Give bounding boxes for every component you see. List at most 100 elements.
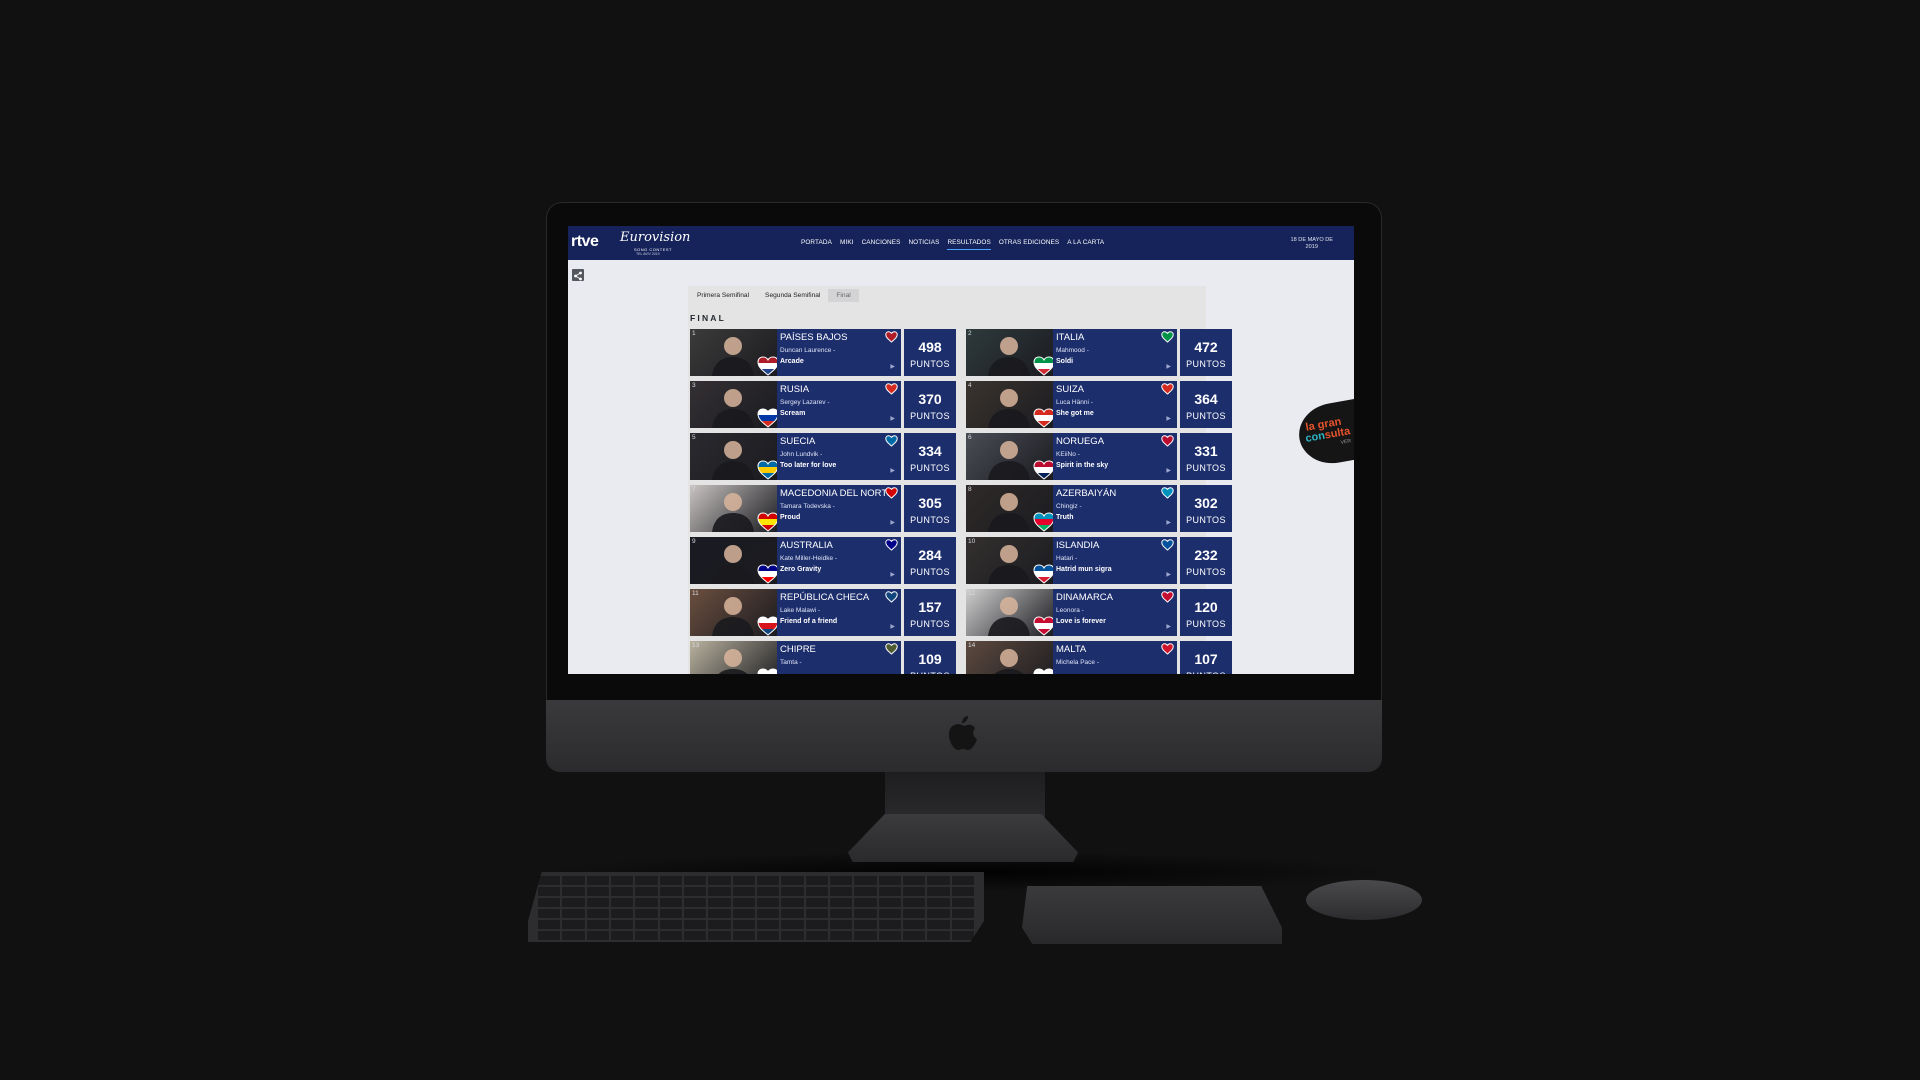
artist-name: Luca Hänni - — [1056, 399, 1093, 406]
nav-item-noticias[interactable]: NOTICIAS — [908, 239, 939, 250]
tab-primera-semifinal[interactable]: Primera Semifinal — [689, 289, 757, 302]
keyboard-key — [830, 898, 853, 907]
country-name: SUECIA — [780, 436, 816, 447]
result-info: MALTA Michela Pace - ▶ — [1053, 641, 1177, 674]
favorite-heart-icon[interactable] — [1161, 435, 1174, 447]
result-card[interactable]: 4 SUIZA Luca Hänni - She got me ▶ 364 PU… — [966, 381, 1232, 428]
artist-name: John Lundvik - — [780, 451, 823, 458]
favorite-heart-icon[interactable] — [1161, 383, 1174, 395]
eurovision-logo[interactable]: Eurovision SONG CONTEST TEL AVIV 2019 — [620, 230, 692, 256]
result-rank: 11 — [692, 590, 699, 597]
favorite-heart-icon[interactable] — [1161, 643, 1174, 655]
result-card[interactable]: 13 CHIPRE Tamta - ▶ — [690, 641, 956, 674]
points-label: PUNTOS — [1180, 671, 1232, 674]
song-title: Too later for love — [780, 462, 837, 469]
play-icon[interactable]: ▶ — [1166, 571, 1171, 578]
nav-item-resultados[interactable]: RESULTADOS — [947, 239, 991, 250]
result-rank: 7 — [692, 486, 696, 493]
nav-item-miki[interactable]: MIKI — [840, 239, 854, 250]
keyboard-key — [927, 898, 950, 907]
result-card[interactable]: 1 PAÍSES BAJOS Duncan Laurence - Arcade — [690, 329, 956, 376]
keyboard-key — [781, 931, 804, 940]
la-gran-consulta-badge[interactable]: la gran consulta VER — [1294, 397, 1354, 469]
artist-photo: 2 — [966, 329, 1053, 376]
favorite-heart-icon[interactable] — [1161, 487, 1174, 499]
result-card[interactable]: 11 REPÚBLICA CHECA Lake Malawi - Friend … — [690, 589, 956, 636]
header-date-line2: 2019 — [1305, 244, 1318, 250]
keyboard-key — [659, 931, 682, 940]
favorite-heart-icon[interactable] — [885, 331, 898, 343]
result-card[interactable]: 3 RUSIA Sergey Lazarev - Scream ▶ 370 PU… — [690, 381, 956, 428]
play-icon[interactable]: ▶ — [1166, 415, 1171, 422]
keyboard-key — [562, 909, 585, 918]
country-name: CHIPRE — [780, 644, 816, 655]
result-rank: 3 — [692, 382, 696, 389]
favorite-heart-icon[interactable] — [885, 383, 898, 395]
keyboard-key — [538, 887, 561, 896]
result-score: 109 PUNTOS — [904, 641, 956, 674]
keyboard-key — [684, 931, 707, 940]
result-card[interactable]: 10 ISLANDIA Hatari - Hatrid mun sigra ▶ … — [966, 537, 1232, 584]
result-rank: 12 — [968, 590, 976, 597]
points-label: PUNTOS — [1186, 515, 1226, 525]
tab-final[interactable]: Final — [828, 289, 859, 302]
keyboard-key — [878, 898, 901, 907]
favorite-heart-icon[interactable] — [1161, 331, 1174, 343]
result-info: AZERBAIYÁN Chingiz - Truth ▶ — [1053, 485, 1177, 532]
play-icon[interactable]: ▶ — [1166, 363, 1171, 370]
apple-logo-icon — [948, 716, 977, 750]
play-icon[interactable]: ▶ — [1166, 623, 1171, 630]
result-card[interactable]: 2 ITALIA Mahmood - Soldi ▶ 472 PUNTOS — [966, 329, 1232, 376]
points-label: PUNTOS — [910, 619, 950, 629]
nav-item-a-la-carta[interactable]: A LA CARTA — [1067, 239, 1104, 250]
tab-segunda-semifinal[interactable]: Segunda Semifinal — [757, 289, 828, 302]
favorite-heart-icon[interactable] — [885, 487, 898, 499]
favorite-heart-icon[interactable] — [1161, 591, 1174, 603]
header-date-line1: 18 DE MAYO DE — [1290, 237, 1333, 243]
play-icon[interactable]: ▶ — [890, 363, 895, 370]
play-icon[interactable]: ▶ — [890, 623, 895, 630]
artist-name: Chingiz - — [1056, 503, 1082, 510]
points-label: PUNTOS — [910, 567, 950, 577]
result-card[interactable]: 12 DINAMARCA Leonora - Love is forever ▶… — [966, 589, 1232, 636]
result-score: 107 PUNTOS — [1180, 641, 1232, 674]
result-card[interactable]: 9 AUSTRALIA Kate Miller-Heidke - Zero Gr… — [690, 537, 956, 584]
keyboard-key — [951, 898, 974, 907]
result-card[interactable]: 7 MACEDONIA DEL NORTE Tamara Todevska - … — [690, 485, 956, 532]
result-card[interactable]: 14 MALTA Michela Pace - 107 — [966, 641, 1232, 674]
keyboard-key — [708, 887, 731, 896]
result-info: PAÍSES BAJOS Duncan Laurence - Arcade ▶ — [777, 329, 901, 376]
favorite-heart-icon[interactable] — [885, 435, 898, 447]
favorite-heart-icon[interactable] — [1161, 539, 1174, 551]
rtve-logo[interactable]: rtve — [571, 233, 599, 251]
keyboard-key — [708, 909, 731, 918]
play-icon[interactable]: ▶ — [1166, 519, 1171, 526]
keyboard-key — [708, 898, 731, 907]
share-button[interactable] — [572, 269, 584, 281]
keyboard-key — [732, 909, 755, 918]
result-info: NORUEGA KEiiNo - Spirit in the sky ▶ — [1053, 433, 1177, 480]
keyboard-key — [732, 876, 755, 885]
sweden-flag-heart-icon — [757, 460, 777, 480]
play-icon[interactable]: ▶ — [1166, 467, 1171, 474]
keyboard-key — [854, 909, 877, 918]
favorite-heart-icon[interactable] — [885, 591, 898, 603]
artist-name: Tamara Todevska - — [780, 503, 835, 510]
artist-photo: 10 — [966, 537, 1053, 584]
play-icon[interactable]: ▶ — [890, 467, 895, 474]
nav-item-otras-ediciones[interactable]: OTRAS EDICIONES — [999, 239, 1059, 250]
favorite-heart-icon[interactable] — [885, 539, 898, 551]
play-icon[interactable]: ▶ — [890, 519, 895, 526]
keyboard-key — [878, 931, 901, 940]
favorite-heart-icon[interactable] — [885, 643, 898, 655]
nav-item-portada[interactable]: PORTADA — [801, 239, 832, 250]
result-card[interactable]: 8 AZERBAIYÁN Chingiz - Truth ▶ 302 PUNTO… — [966, 485, 1232, 532]
points-value: 107 — [1194, 651, 1218, 667]
result-card[interactable]: 5 SUECIA John Lundvik - Too later for lo… — [690, 433, 956, 480]
play-icon[interactable]: ▶ — [890, 415, 895, 422]
result-rank: 5 — [692, 434, 696, 441]
play-icon[interactable]: ▶ — [890, 571, 895, 578]
points-label: PUNTOS — [1186, 463, 1226, 473]
result-card[interactable]: 6 NORUEGA KEiiNo - Spirit in the sky ▶ 3… — [966, 433, 1232, 480]
nav-item-canciones[interactable]: CANCIONES — [862, 239, 901, 250]
